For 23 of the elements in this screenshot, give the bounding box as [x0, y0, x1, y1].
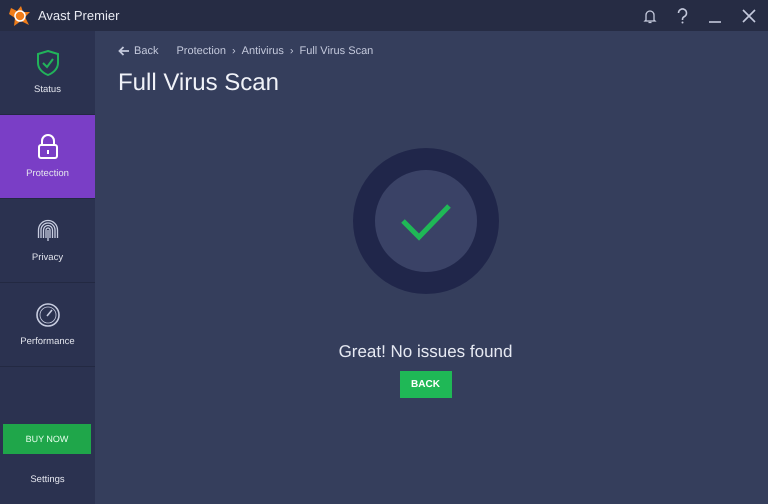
breadcrumb-separator: ›	[232, 45, 236, 57]
logo-icon	[8, 4, 32, 28]
gauge-icon	[34, 302, 60, 328]
sidebar-item[interactable]: Protection	[0, 115, 95, 199]
breadcrumb-link[interactable]: Antivirus	[242, 45, 284, 57]
fingerprint-icon	[36, 218, 58, 244]
window-title: Avast Premier	[38, 8, 120, 23]
close-icon[interactable]	[742, 8, 756, 22]
lock-icon	[36, 134, 58, 160]
result-message: Great! No issues found	[338, 342, 512, 362]
sidebar-item[interactable]: Performance	[0, 283, 95, 367]
settings-item[interactable]: Settings	[30, 474, 65, 484]
page-title: Full Virus Scan	[118, 69, 280, 97]
success-check-icon	[352, 148, 498, 294]
back-link[interactable]: Back	[118, 45, 158, 57]
help-icon[interactable]	[677, 8, 688, 24]
shield-check-icon	[36, 50, 58, 76]
back-arrow-icon	[118, 46, 130, 56]
breadcrumb-separator: ›	[290, 45, 294, 57]
breadcrumb-link[interactable]: Full Virus Scan	[300, 45, 374, 57]
sidebar-item[interactable]: Privacy	[0, 199, 95, 283]
breadcrumb-link[interactable]: Protection	[176, 45, 226, 57]
bell-icon[interactable]	[643, 8, 657, 24]
